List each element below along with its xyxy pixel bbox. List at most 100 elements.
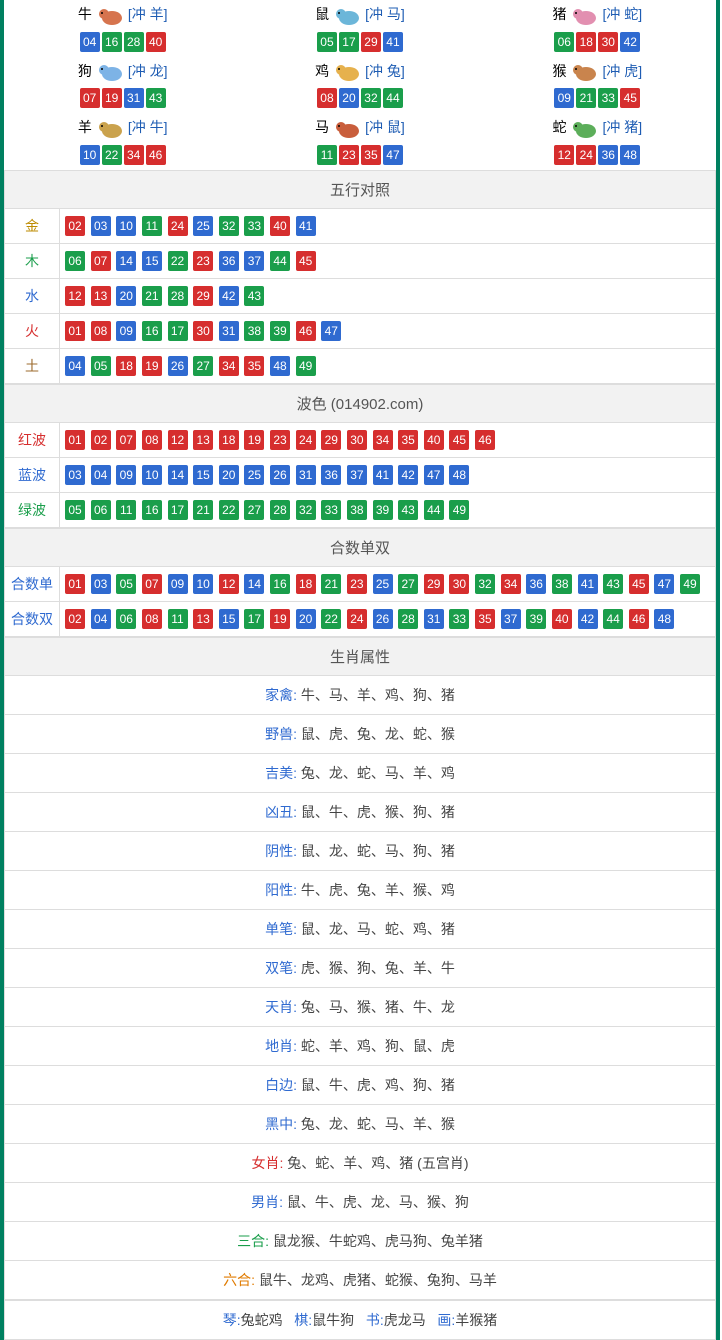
number-ball: 37 — [347, 465, 367, 485]
attr-table: 生肖属性 家禽: 牛、马、羊、鸡、狗、猪野兽: 鼠、虎、兔、龙、蛇、猴吉美: 兔… — [4, 637, 716, 1300]
number-ball: 25 — [373, 574, 393, 594]
zodiac-balls: 05172941 — [315, 31, 405, 53]
attr-value: 鼠、龙、蛇、马、狗、猪 — [301, 843, 455, 859]
number-ball: 15 — [219, 609, 239, 629]
zodiac-cell-snake: 蛇[冲 猪]12243648 — [479, 113, 716, 170]
number-ball: 17 — [168, 500, 188, 520]
number-ball: 04 — [91, 609, 111, 629]
zodiac-name: 猴 — [552, 63, 566, 79]
number-ball: 49 — [680, 574, 700, 594]
number-ball: 37 — [244, 251, 264, 271]
zodiac-name: 羊 — [78, 119, 92, 135]
number-ball: 47 — [383, 145, 403, 165]
qinqi-cell: 琴:兔蛇鸡 棋:鼠牛狗 书:虎龙马 画:羊猴猪 — [5, 1300, 716, 1339]
number-ball: 15 — [142, 251, 162, 271]
horse-icon — [331, 118, 363, 140]
number-ball: 20 — [296, 609, 316, 629]
number-ball: 19 — [102, 88, 122, 108]
number-ball: 31 — [124, 88, 144, 108]
zodiac-cell-rat: 鼠[冲 马]05172941 — [241, 0, 478, 57]
number-ball: 23 — [193, 251, 213, 271]
attr-label: 黑中: — [265, 1116, 301, 1132]
number-ball: 01 — [65, 574, 85, 594]
number-ball: 45 — [620, 88, 640, 108]
snake-icon — [568, 118, 600, 140]
bose-row: 蓝波03 04 09 10 14 15 20 25 26 31 36 37 41… — [5, 457, 716, 492]
wuxing-balls: 02 03 10 11 24 25 32 33 40 41 — [60, 208, 716, 243]
number-ball: 49 — [296, 356, 316, 376]
number-ball: 28 — [124, 32, 144, 52]
number-ball: 22 — [321, 609, 341, 629]
zodiac-cell-ox: 牛[冲 羊]04162840 — [4, 0, 241, 57]
attr-label: 三合: — [237, 1233, 273, 1249]
attr-row: 天肖: 兔、马、猴、猪、牛、龙 — [5, 987, 716, 1026]
wuxing-row: 木06 07 14 15 22 23 36 37 44 45 — [5, 243, 716, 278]
number-ball: 31 — [296, 465, 316, 485]
number-ball: 23 — [339, 145, 359, 165]
number-ball: 07 — [116, 430, 136, 450]
zodiac-grid: 牛[冲 羊]04162840鼠[冲 马]05172941猪[冲 蛇]061830… — [4, 0, 716, 170]
number-ball: 22 — [168, 251, 188, 271]
number-ball: 14 — [116, 251, 136, 271]
number-ball: 18 — [116, 356, 136, 376]
number-ball: 08 — [91, 321, 111, 341]
number-ball: 11 — [317, 145, 337, 165]
number-ball: 18 — [576, 32, 596, 52]
number-ball: 23 — [347, 574, 367, 594]
number-ball: 39 — [270, 321, 290, 341]
number-ball: 10 — [116, 216, 136, 236]
number-ball: 34 — [501, 574, 521, 594]
number-ball: 30 — [347, 430, 367, 450]
number-ball: 17 — [168, 321, 188, 341]
qinqi-key: 棋: — [294, 1312, 312, 1328]
wuxing-row: 水12 13 20 21 28 29 42 43 — [5, 278, 716, 313]
bose-header: 波色 (014902.com) — [5, 384, 716, 422]
number-ball: 10 — [142, 465, 162, 485]
zodiac-chong: [冲 龙] — [128, 63, 168, 79]
number-ball: 24 — [168, 216, 188, 236]
attr-row: 双笔: 虎、猴、狗、兔、羊、牛 — [5, 948, 716, 987]
zodiac-balls: 09213345 — [552, 87, 642, 109]
number-ball: 33 — [321, 500, 341, 520]
wuxing-label: 木 — [5, 243, 60, 278]
number-ball: 41 — [296, 216, 316, 236]
number-ball: 49 — [449, 500, 469, 520]
wuxing-header: 五行对照 — [5, 170, 716, 208]
number-ball: 11 — [116, 500, 136, 520]
number-ball: 40 — [424, 430, 444, 450]
number-ball: 20 — [339, 88, 359, 108]
zodiac-chong: [冲 兔] — [365, 63, 405, 79]
number-ball: 03 — [65, 465, 85, 485]
number-ball: 22 — [219, 500, 239, 520]
zodiac-balls: 06183042 — [552, 31, 642, 53]
number-ball: 02 — [91, 430, 111, 450]
bose-label: 蓝波 — [5, 457, 60, 492]
number-ball: 32 — [361, 88, 381, 108]
attr-label: 阴性: — [265, 843, 301, 859]
number-ball: 47 — [654, 574, 674, 594]
number-ball: 47 — [424, 465, 444, 485]
rat-icon — [331, 5, 363, 27]
heshu-balls: 01 03 05 07 09 10 12 14 16 18 21 23 25 2… — [60, 566, 716, 601]
number-ball: 15 — [193, 465, 213, 485]
wuxing-balls: 01 08 09 16 17 30 31 38 39 46 47 — [60, 313, 716, 348]
wuxing-label: 水 — [5, 278, 60, 313]
rooster-icon — [331, 61, 363, 83]
attr-label: 女肖: — [252, 1155, 288, 1171]
number-ball: 29 — [424, 574, 444, 594]
number-ball: 18 — [219, 430, 239, 450]
zodiac-balls: 10223446 — [78, 144, 168, 166]
number-ball: 40 — [146, 32, 166, 52]
zodiac-name: 猪 — [552, 6, 566, 22]
qinqi-value: 羊猴猪 — [455, 1312, 497, 1328]
number-ball: 21 — [193, 500, 213, 520]
qinqi-value: 兔蛇鸡 — [241, 1312, 283, 1328]
number-ball: 42 — [620, 32, 640, 52]
attr-value: 兔、马、猴、猪、牛、龙 — [301, 999, 455, 1015]
number-ball: 04 — [80, 32, 100, 52]
attr-row: 阳性: 牛、虎、兔、羊、猴、鸡 — [5, 870, 716, 909]
wuxing-row: 火01 08 09 16 17 30 31 38 39 46 47 — [5, 313, 716, 348]
number-ball: 35 — [361, 145, 381, 165]
attr-row: 黑中: 兔、龙、蛇、马、羊、猴 — [5, 1104, 716, 1143]
attr-label: 凶丑: — [265, 804, 301, 820]
